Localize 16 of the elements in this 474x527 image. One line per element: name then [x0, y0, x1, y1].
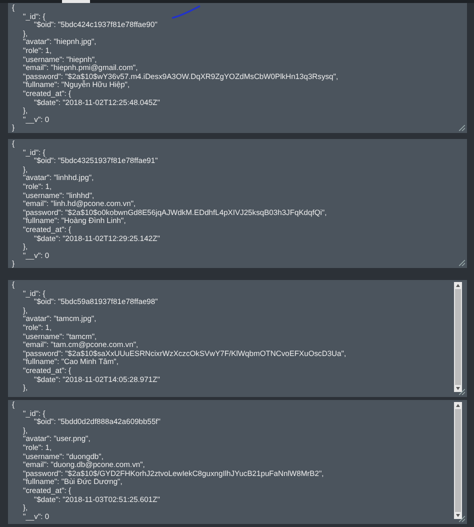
scrollbar[interactable] — [454, 402, 462, 519]
resize-grip-icon[interactable] — [459, 389, 465, 395]
scrollbar[interactable] — [454, 282, 462, 392]
resize-grip-icon[interactable] — [459, 516, 465, 522]
scroll-down-icon[interactable] — [454, 385, 462, 392]
scroll-down-icon[interactable] — [454, 512, 462, 519]
json-text-area[interactable] — [8, 3, 467, 133]
pen-stroke — [171, 4, 201, 20]
json-text-area[interactable] — [8, 400, 467, 524]
json-text-area[interactable] — [8, 280, 467, 397]
scroll-up-icon[interactable] — [454, 402, 462, 409]
json-text-area[interactable] — [8, 139, 467, 268]
resize-grip-icon[interactable] — [459, 260, 465, 266]
scroll-up-icon[interactable] — [454, 282, 462, 289]
tab-strip — [62, 0, 90, 3]
resize-grip-icon[interactable] — [459, 125, 465, 131]
